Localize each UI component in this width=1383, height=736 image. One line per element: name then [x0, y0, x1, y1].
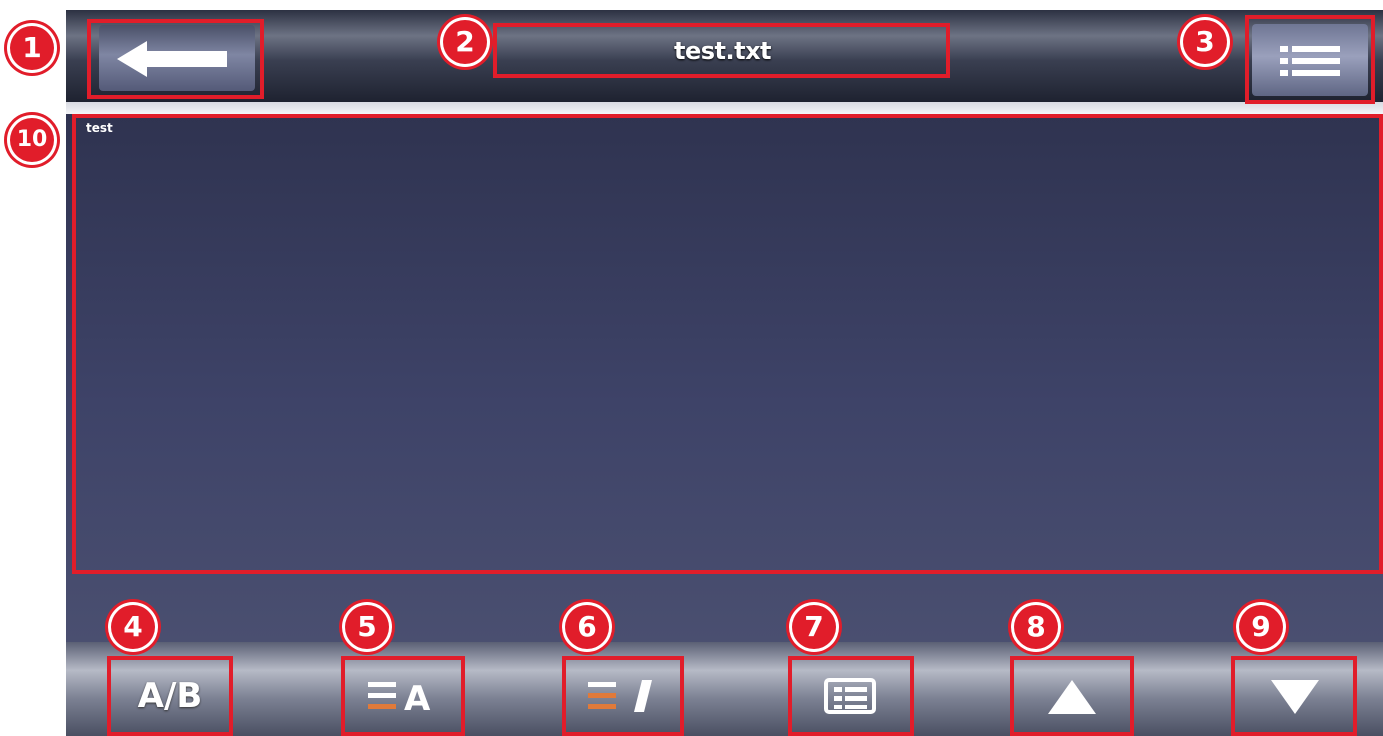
text-color-icon: [588, 680, 652, 712]
ab-button[interactable]: A/B: [110, 661, 230, 731]
text-size-icon: A: [368, 679, 431, 716]
callout-1: 1: [10, 26, 54, 70]
svg-text:A: A: [404, 679, 431, 716]
callout-6: 6: [565, 605, 609, 649]
callout-9: 9: [1239, 605, 1283, 649]
callout-7: 7: [792, 605, 836, 649]
callout-3: 3: [1183, 20, 1227, 64]
bookmark-list-icon: [824, 678, 876, 714]
page-up-button[interactable]: [1014, 661, 1130, 731]
bottom-toolbar: [66, 642, 1383, 736]
text-color-button[interactable]: [566, 661, 682, 731]
callout-2: 2: [443, 20, 487, 64]
list-menu-icon: [1280, 46, 1340, 76]
back-button[interactable]: [99, 25, 255, 91]
arrow-left-icon: [117, 41, 227, 77]
file-title: test.txt: [673, 37, 772, 65]
menu-button[interactable]: [1252, 24, 1368, 96]
text-view-area[interactable]: [66, 114, 1383, 642]
bookmark-list-button[interactable]: [792, 661, 912, 731]
callout-4: 4: [111, 605, 155, 649]
font-size-button[interactable]: A: [346, 661, 462, 731]
triangle-down-icon: [1271, 680, 1319, 714]
triangle-up-icon: [1048, 680, 1096, 714]
callout-5: 5: [345, 605, 389, 649]
divider-strip: [66, 102, 1383, 114]
document-text: test: [86, 121, 113, 135]
page-down-button[interactable]: [1236, 661, 1354, 731]
callout-8: 8: [1014, 605, 1058, 649]
callout-10: 10: [10, 118, 54, 162]
ab-label: A/B: [137, 676, 203, 716]
